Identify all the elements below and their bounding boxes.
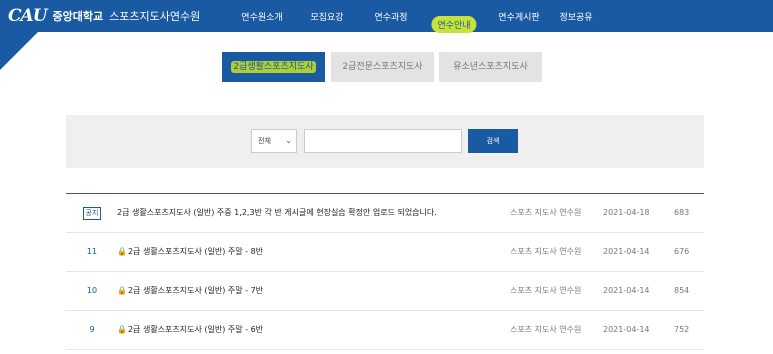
search-category-select[interactable]: 전체 ⌄	[251, 129, 297, 153]
post-author: 스포츠 지도사 연수원	[510, 247, 582, 256]
post-title-cell[interactable]: 🔒2급 생활스포츠지도사 (일반) 주말 - 7반	[117, 272, 263, 310]
post-title[interactable]: 2급 생활스포츠지도사 (일반) 주중 1,2,3반 각 반 게시글에 현장실습…	[117, 194, 437, 232]
post-list: 공지 2급 생활스포츠지도사 (일반) 주중 1,2,3반 각 반 게시글에 현…	[66, 193, 704, 350]
nav-item-intro[interactable]: 연수원소개	[241, 10, 282, 23]
post-author: 스포츠 지도사 연수원	[510, 286, 582, 295]
post-author: 스포츠 지도사 연수원	[510, 325, 582, 334]
tab-2nd-grade-pro-sports[interactable]: 2급전문스포츠지도사	[331, 52, 434, 82]
nav-item-recruit[interactable]: 모집요강	[310, 10, 343, 23]
lock-icon: 🔒	[117, 247, 127, 256]
post-date: 2021-04-14	[603, 325, 650, 334]
post-date: 2021-04-14	[603, 286, 650, 295]
notice-badge: 공지	[82, 207, 102, 220]
lock-icon: 🔒	[117, 286, 127, 295]
search-input[interactable]	[304, 129, 462, 153]
post-views: 752	[674, 325, 690, 334]
table-row[interactable]: 11 🔒2급 생활스포츠지도사 (일반) 주말 - 8반 스포츠 지도사 연수원…	[66, 233, 704, 272]
post-views: 676	[674, 247, 690, 256]
post-title: 2급 생활스포츠지도사 (일반) 주말 - 8반	[127, 247, 264, 256]
nav-item-course[interactable]: 연수과정	[374, 10, 407, 23]
post-number: 공지	[80, 194, 104, 232]
post-date: 2021-04-18	[603, 208, 650, 217]
post-title-cell[interactable]: 🔒2급 생활스포츠지도사 (일반) 주말 - 6반	[117, 311, 263, 349]
tab-youth-sports[interactable]: 유소년스포츠지도사	[439, 52, 542, 82]
post-views: 854	[674, 286, 690, 295]
post-title-cell[interactable]: 🔒2급 생활스포츠지도사 (일반) 주말 - 8반	[117, 233, 263, 271]
tab-label: 2급생활스포츠지도사	[231, 61, 316, 73]
post-number: 11	[86, 247, 98, 256]
lock-icon: 🔒	[117, 325, 127, 334]
nav-item-board[interactable]: 연수게시판	[498, 10, 539, 23]
select-value: 전체	[258, 137, 271, 145]
post-title: 2급 생활스포츠지도사 (일반) 주말 - 6반	[127, 325, 264, 334]
post-views: 683	[674, 208, 690, 217]
table-row[interactable]: 9 🔒2급 생활스포츠지도사 (일반) 주말 - 6반 스포츠 지도사 연수원 …	[66, 311, 704, 350]
post-number: 10	[86, 286, 98, 295]
post-date: 2021-04-14	[603, 247, 650, 256]
top-header: CAU 중앙대학교 스포츠지도사연수원 연수원소개 모집요강 연수과정 연수안내…	[0, 0, 773, 33]
nav-item-share[interactable]: 정보공유	[559, 10, 592, 23]
post-title: 2급 생활스포츠지도사 (일반) 주말 - 7반	[127, 286, 264, 295]
nav-item-guide-label: 연수안내	[431, 16, 477, 33]
course-tabs: 2급생활스포츠지도사 2급전문스포츠지도사 유소년스포츠지도사	[0, 52, 773, 82]
tab-2nd-grade-life-sports[interactable]: 2급생활스포츠지도사	[222, 52, 325, 82]
main-nav: 연수원소개 모집요강 연수과정 연수안내 연수게시판 정보공유	[0, 0, 773, 33]
post-number: 9	[89, 325, 95, 334]
search-button[interactable]: 검색	[468, 129, 518, 153]
chevron-down-icon: ⌄	[285, 136, 292, 145]
search-panel: 전체 ⌄ 검색	[66, 115, 704, 168]
table-row[interactable]: 공지 2급 생활스포츠지도사 (일반) 주중 1,2,3반 각 반 게시글에 현…	[66, 194, 704, 233]
post-author: 스포츠 지도사 연수원	[510, 208, 582, 217]
table-row[interactable]: 10 🔒2급 생활스포츠지도사 (일반) 주말 - 7반 스포츠 지도사 연수원…	[66, 272, 704, 311]
